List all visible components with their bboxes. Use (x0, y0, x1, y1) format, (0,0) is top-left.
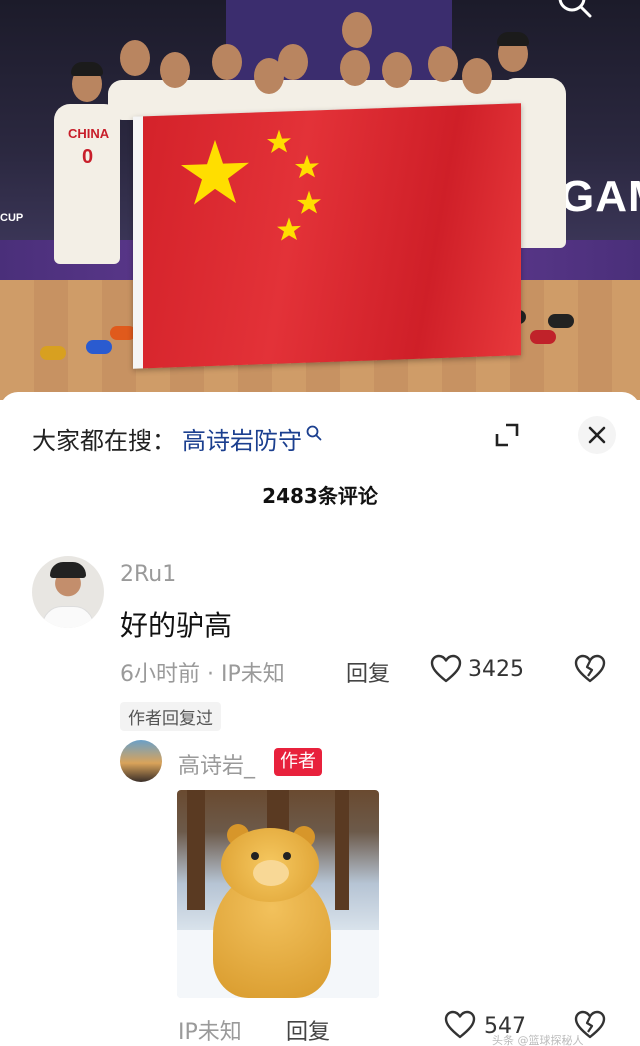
player-head-4 (212, 44, 242, 80)
avatar-shirt (42, 606, 94, 628)
trending-search-term[interactable]: 高诗岩防守 (182, 421, 302, 456)
sticker-tree (187, 790, 205, 910)
bear-eye (251, 852, 259, 860)
photo-backdrop-text: GAM (560, 172, 640, 221)
avatar-hair (50, 562, 86, 578)
team-photo: GAM CUP CHINA 0 (0, 0, 640, 400)
reply-meta: IP未知 (178, 1020, 242, 1045)
player-head-10 (428, 46, 458, 82)
comment-text: 好的驴高 (120, 609, 233, 642)
comment-username[interactable]: 2Ru1 (120, 562, 176, 587)
bear-eye (283, 852, 291, 860)
player-head-9 (382, 52, 412, 88)
magnifier-icon (306, 425, 322, 441)
player-head-8 (342, 12, 372, 48)
bear-sticker-image[interactable] (177, 790, 379, 998)
comment-count: 2483条评论 (262, 484, 378, 508)
reply-username[interactable]: 高诗岩_ (178, 748, 255, 780)
reply-button[interactable]: 回复 (286, 1014, 330, 1046)
heart-icon[interactable] (430, 654, 462, 684)
expand-icon[interactable] (494, 422, 520, 448)
player-head-6 (278, 44, 308, 80)
bear-muzzle (253, 860, 289, 886)
search-icon[interactable] (552, 0, 592, 18)
watermark: 头条 @篮球探秘人 (492, 1034, 584, 1046)
comment-page: GAM CUP CHINA 0 (0, 0, 640, 1046)
player-head-7 (340, 50, 370, 86)
heart-icon[interactable] (444, 1010, 476, 1040)
reply-button[interactable]: 回复 (346, 656, 390, 688)
avatar[interactable] (32, 556, 104, 628)
player-head-11 (462, 58, 492, 94)
trending-search-prefix: 大家都在搜： (32, 426, 176, 455)
sticker-tree (335, 790, 349, 910)
shoe-1 (40, 346, 66, 360)
close-button[interactable] (578, 416, 616, 454)
broken-heart-icon[interactable] (574, 654, 606, 684)
player-right-hair (497, 32, 529, 46)
trending-search[interactable]: 大家都在搜： 高诗岩防守 (32, 418, 322, 458)
player-left-jersey-country: CHINA (68, 126, 110, 141)
shoe-7 (548, 314, 574, 328)
like-count: 3425 (468, 657, 524, 682)
comment-sheet: 大家都在搜： 高诗岩防守 2483条评论 2Ru1 好的驴高 6小时前 · IP… (0, 392, 640, 1046)
player-head-3 (160, 52, 190, 88)
player-left-jersey-number: 0 (82, 146, 94, 168)
comment-meta: 6小时前 · IP未知 (120, 662, 285, 687)
player-head-2 (120, 40, 150, 76)
close-icon (588, 426, 606, 444)
author-badge: 作者 (274, 748, 322, 776)
shoe-6 (530, 330, 556, 344)
player-left-hair (71, 62, 103, 76)
author-replied-tag: 作者回复过 (120, 702, 221, 731)
flag-stars-icon (181, 129, 321, 241)
china-flag (133, 103, 521, 369)
photo-cup-text: CUP (0, 212, 24, 224)
author-avatar[interactable] (120, 740, 162, 782)
shoe-2 (86, 340, 112, 354)
